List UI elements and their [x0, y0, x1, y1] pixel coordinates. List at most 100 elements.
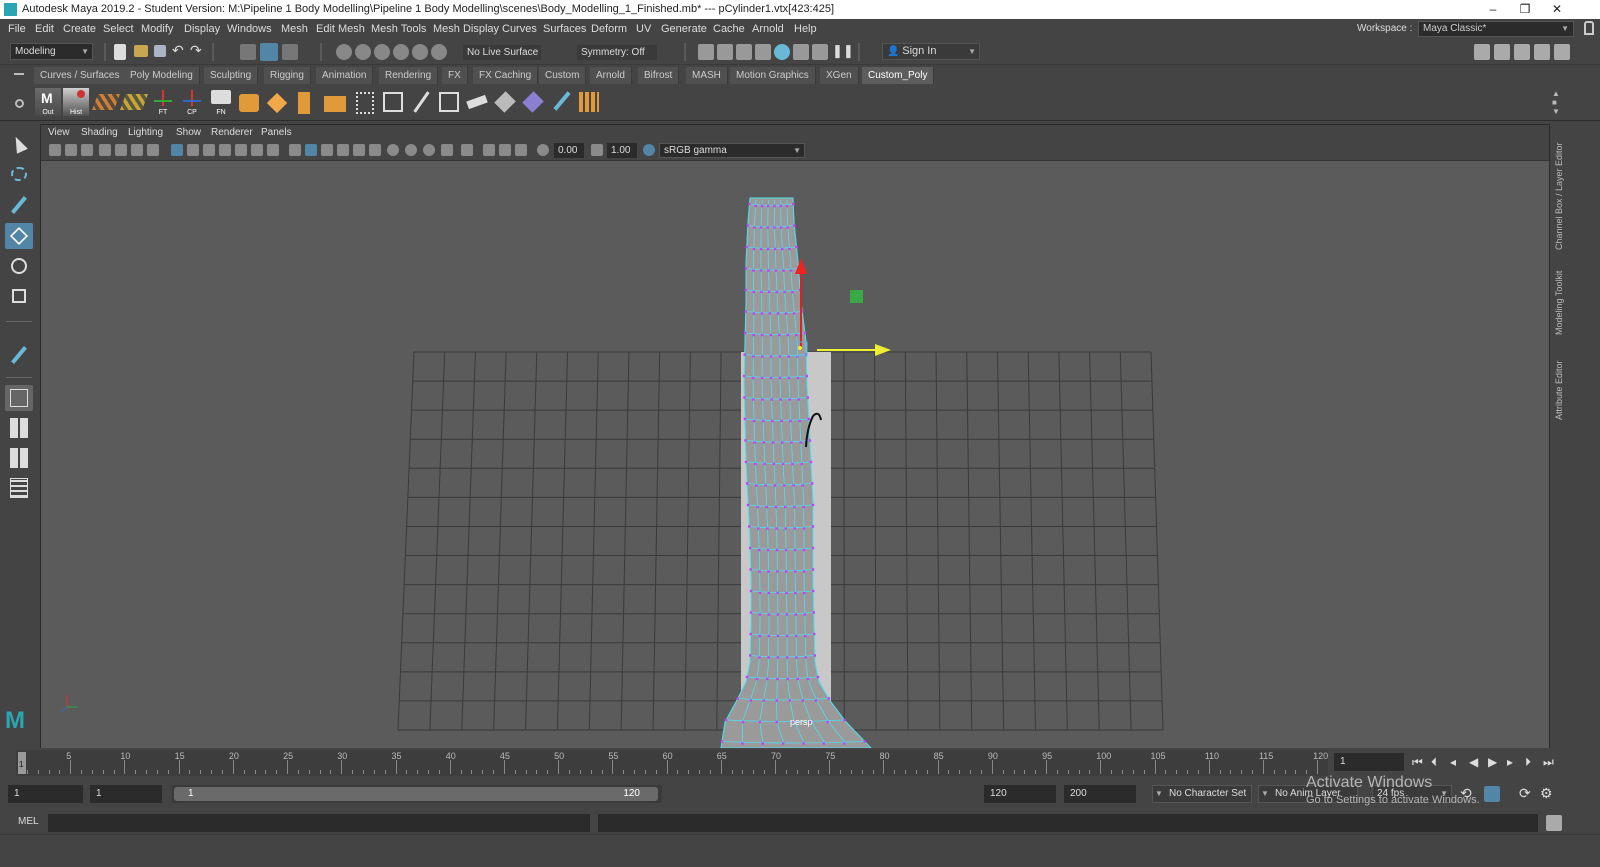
toggle-modeling-toolkit-icon[interactable]	[1474, 44, 1490, 60]
script-editor-icon[interactable]	[1546, 815, 1562, 831]
safe-action-icon[interactable]	[251, 144, 263, 156]
pause-icon[interactable]: ❚❚	[832, 43, 854, 59]
menu-windows[interactable]: Windows	[227, 19, 272, 39]
shelf-tab-rendering[interactable]: Rendering	[379, 67, 439, 84]
gamma-field[interactable]: 1.00	[607, 143, 637, 158]
wireframe-icon[interactable]	[289, 144, 301, 156]
mash-shelf-button[interactable]	[576, 88, 602, 116]
select-camera-icon[interactable]	[49, 144, 61, 156]
perspective-view[interactable]: persp	[41, 162, 1549, 749]
menu-uv[interactable]: UV	[636, 19, 651, 39]
combine-shelf-button[interactable]	[322, 88, 348, 116]
uv-grid-shelf-button[interactable]	[92, 88, 120, 116]
anti-aliasing-icon[interactable]	[423, 144, 435, 156]
rotate-tool-button[interactable]	[5, 253, 33, 279]
shelf-tab-xgen[interactable]: XGen	[820, 67, 859, 84]
gate-mask-icon[interactable]	[219, 144, 231, 156]
channel-box-tab[interactable]: Channel Box / Layer Editor	[1554, 130, 1564, 250]
snap-vertex-icon[interactable]	[431, 44, 447, 60]
menu-arnold[interactable]: Arnold	[752, 19, 784, 39]
grid-toggle-icon[interactable]	[147, 144, 159, 156]
motion-blur-icon[interactable]	[405, 144, 417, 156]
poly-cube-shelf-button[interactable]	[264, 88, 290, 116]
current-frame-field[interactable]: 1	[1334, 753, 1404, 771]
panel-menu-renderer[interactable]: Renderer	[211, 125, 253, 141]
four-pane-layout-button[interactable]	[5, 415, 33, 441]
redo-icon[interactable]: ↷	[190, 42, 202, 59]
snap-grid-icon[interactable]	[336, 44, 352, 60]
menu-modify[interactable]: Modify	[141, 19, 173, 39]
menu-mesh-display[interactable]: Mesh Display	[433, 19, 499, 39]
render-settings-icon[interactable]	[755, 44, 771, 60]
menu-file[interactable]: File	[8, 19, 26, 39]
attribute-editor-tab[interactable]: Attribute Editor	[1554, 350, 1564, 420]
step-back-frame-icon[interactable]: ⏴	[1431, 755, 1437, 770]
exposure-icon[interactable]	[537, 144, 549, 156]
outliner-layout-button[interactable]	[5, 475, 33, 501]
sound-icon[interactable]: ⟳	[1519, 785, 1531, 802]
menu-surfaces[interactable]: Surfaces	[543, 19, 586, 39]
playback-end-field[interactable]: 120	[984, 785, 1056, 803]
shelf-tab-fx[interactable]: FX	[442, 67, 468, 84]
paint-select-tool-button[interactable]	[5, 193, 33, 219]
workspace-dropdown[interactable]: Maya Classic* ▼	[1418, 21, 1574, 37]
multi-cut-shelf-button[interactable]	[380, 88, 406, 116]
menu-curves[interactable]: Curves	[502, 19, 537, 39]
single-pane-layout-button[interactable]	[5, 385, 33, 411]
shelf-tab-poly-modeling[interactable]: Poly Modeling	[124, 67, 200, 84]
menu-mesh-tools[interactable]: Mesh Tools	[371, 19, 426, 39]
snap-live-icon[interactable]	[412, 44, 428, 60]
time-ruler[interactable]: 1 5 10 15 20 25 30 35 40 45 50 55 60 65 70 75 80 85 90 95 1…	[16, 750, 1328, 776]
panel-menu-lighting[interactable]: Lighting	[128, 125, 163, 141]
step-forward-frame-icon[interactable]: ⏵	[1525, 755, 1531, 770]
shelf-tab-custom[interactable]: Custom	[539, 67, 587, 84]
sculpt-shelf-button[interactable]	[548, 88, 574, 116]
last-tool-button[interactable]	[5, 343, 33, 369]
panel-menu-show[interactable]: Show	[176, 125, 201, 141]
close-button[interactable]: ✕	[1542, 0, 1572, 19]
depth-of-field-icon[interactable]	[441, 144, 453, 156]
snap-point-icon[interactable]	[374, 44, 390, 60]
safe-title-icon[interactable]	[267, 144, 279, 156]
gear-icon[interactable]	[15, 99, 24, 108]
shelf-tab-custom-poly[interactable]: Custom_Poly	[862, 67, 935, 84]
step-back-key-icon[interactable]: ◂	[1450, 755, 1456, 769]
film-gate-icon[interactable]	[187, 144, 199, 156]
toggle-attribute-editor-icon[interactable]	[1494, 44, 1510, 60]
lasso-tool-button[interactable]	[5, 163, 33, 189]
bridge-shelf-button[interactable]	[352, 88, 378, 116]
freeze-normals-shelf-button[interactable]: FN	[208, 88, 234, 116]
snap-curve-icon[interactable]	[355, 44, 371, 60]
step-forward-key-icon[interactable]: ▸	[1507, 755, 1513, 769]
live-surface-field[interactable]: No Live Surface	[462, 44, 542, 61]
bookmarks-icon[interactable]	[81, 144, 93, 156]
resolution-gate-icon[interactable]	[203, 144, 215, 156]
shadows-icon[interactable]	[369, 144, 381, 156]
shelf-tab-bifrost[interactable]: Bifrost	[638, 67, 680, 84]
extrude-shelf-button[interactable]	[292, 88, 318, 116]
shelf-tab-fx-caching[interactable]: FX Caching	[473, 67, 539, 84]
panel-menu-panels[interactable]: Panels	[261, 125, 292, 141]
select-tool-button[interactable]	[5, 133, 33, 159]
menu-mesh[interactable]: Mesh	[281, 19, 308, 39]
animation-start-field[interactable]: 1	[8, 785, 83, 803]
freeze-transform-shelf-button[interactable]: FT	[150, 88, 176, 116]
menu-display[interactable]: Display	[184, 19, 220, 39]
grid-display-icon[interactable]	[171, 144, 183, 156]
xray-icon[interactable]	[483, 144, 495, 156]
move-tool-button[interactable]	[5, 223, 33, 249]
panel-menu-shading[interactable]: Shading	[81, 125, 118, 141]
subdivide-shelf-button[interactable]	[520, 88, 546, 116]
menu-set-dropdown[interactable]: Modeling ▼	[10, 43, 93, 60]
render-view-icon[interactable]	[698, 44, 714, 60]
render-frame-icon[interactable]	[717, 44, 733, 60]
smooth-shelf-button[interactable]	[492, 88, 518, 116]
auto-key-icon[interactable]	[1484, 786, 1500, 802]
ambient-occlusion-icon[interactable]	[387, 144, 399, 156]
lights-icon[interactable]	[353, 144, 365, 156]
playback-start-field[interactable]: 1	[90, 785, 162, 803]
color-management-icon[interactable]	[643, 144, 655, 156]
x-axis-arrow-icon[interactable]	[875, 344, 891, 356]
save-scene-icon[interactable]	[154, 45, 166, 57]
animation-preferences-icon[interactable]: ⚙	[1540, 785, 1553, 802]
